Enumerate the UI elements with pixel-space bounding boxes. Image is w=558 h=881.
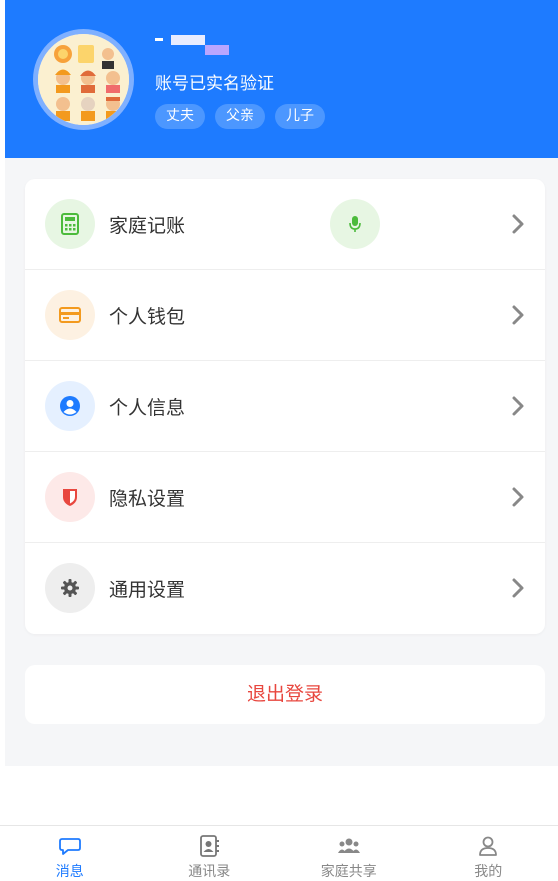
group-icon	[337, 838, 360, 853]
tab-family-share[interactable]: 家庭共享	[279, 826, 419, 881]
tab-label: 消息	[55, 864, 84, 880]
role-tag-husband: 丈夫	[155, 104, 205, 129]
avatar[interactable]	[33, 29, 134, 130]
role-tag-father: 父亲	[215, 104, 265, 129]
family-avatar-image	[38, 34, 129, 125]
chevron-right-icon	[512, 396, 524, 416]
menu-item-label: 家庭记账	[109, 215, 186, 237]
verification-status: 账号已实名验证	[155, 74, 274, 94]
calculator-icon	[45, 199, 95, 249]
menu-item-general-settings[interactable]: 通用设置	[25, 543, 545, 634]
bottom-tab-bar: 消息 通讯录 家庭共享 我的	[0, 825, 558, 881]
tab-label: 家庭共享	[320, 864, 377, 880]
tab-label: 通讯录	[188, 864, 231, 880]
menu-card: 家庭记账 个人钱包 个人信息 隐私设置 通用设置	[25, 179, 545, 634]
chevron-right-icon	[512, 214, 524, 234]
menu-item-family-accounting[interactable]: 家庭记账	[25, 179, 545, 270]
user-circle-icon	[45, 381, 95, 431]
tab-contacts[interactable]: 通讯录	[140, 826, 280, 881]
chevron-right-icon	[512, 305, 524, 325]
username-redacted	[155, 33, 245, 55]
tab-messages[interactable]: 消息	[0, 826, 140, 881]
tab-mine[interactable]: 我的	[419, 826, 558, 881]
tab-label: 我的	[474, 864, 503, 880]
menu-item-label: 个人钱包	[109, 306, 186, 328]
person-icon	[479, 836, 498, 856]
shield-icon	[45, 472, 95, 522]
chevron-right-icon	[512, 578, 524, 598]
wallet-icon	[45, 290, 95, 340]
family-role-tags: 丈夫 父亲 儿子	[155, 104, 325, 129]
chevron-right-icon	[512, 487, 524, 507]
menu-item-label: 通用设置	[109, 579, 186, 601]
profile-page: 账号已实名验证 丈夫 父亲 儿子 家庭记账 个人钱包 个人信息 隐私设置 通用设…	[0, 0, 558, 881]
gear-icon	[45, 563, 95, 613]
menu-item-personal-wallet[interactable]: 个人钱包	[25, 270, 545, 361]
microphone-icon	[349, 216, 361, 232]
menu-item-label: 隐私设置	[109, 488, 186, 510]
contacts-icon	[200, 835, 220, 857]
menu-item-label: 个人信息	[109, 397, 186, 419]
menu-item-personal-info[interactable]: 个人信息	[25, 361, 545, 452]
role-tag-son: 儿子	[275, 104, 325, 129]
logout-button[interactable]: 退出登录	[25, 665, 545, 724]
menu-item-privacy-settings[interactable]: 隐私设置	[25, 452, 545, 543]
microphone-button[interactable]	[330, 199, 380, 249]
chat-bubble-icon	[58, 838, 81, 855]
